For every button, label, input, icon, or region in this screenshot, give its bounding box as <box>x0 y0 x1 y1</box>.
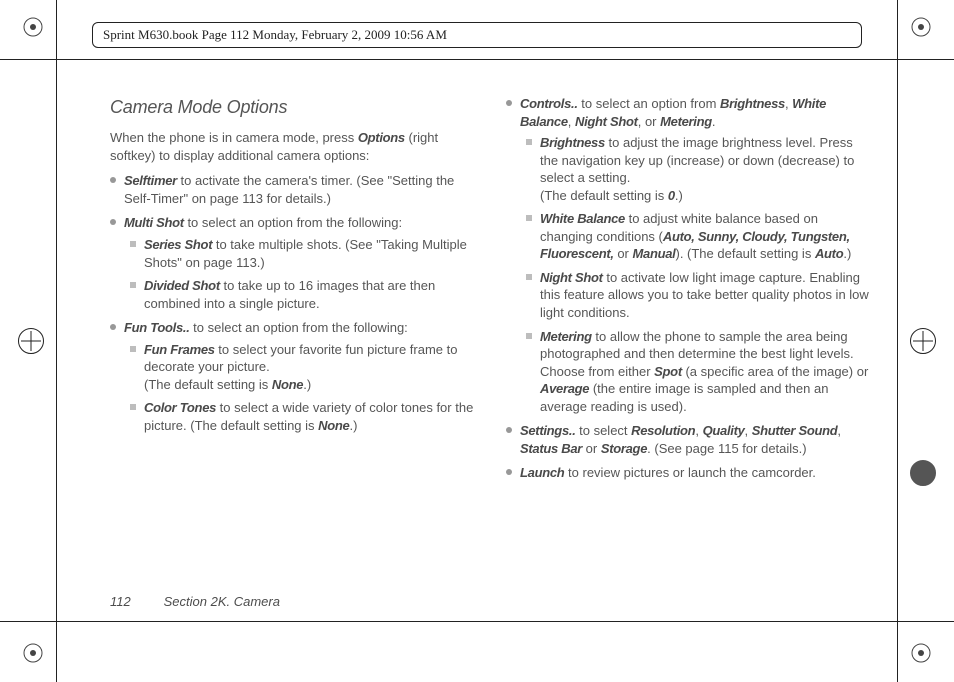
crop-line-top <box>0 59 954 60</box>
controls-end: . <box>712 114 716 129</box>
selftimer-head: Selftimer <box>124 173 177 188</box>
multishot-body: to select an option from the following: <box>184 215 402 230</box>
wb-or: or <box>614 246 633 261</box>
settings-o3: Shutter Sound <box>752 423 838 438</box>
settings-o4: Status Bar <box>520 441 582 456</box>
controls-o1: Brightness <box>720 96 785 111</box>
brightness-def-b: .) <box>675 188 683 203</box>
metering-head: Metering <box>540 329 592 344</box>
metering-body-b: (a specific area of the image) or <box>682 364 868 379</box>
registration-gear-icon <box>908 14 934 40</box>
settings-s1: , <box>695 423 702 438</box>
sub-color-tones: Color Tones to select a wide variety of … <box>130 399 478 434</box>
register-mark-icon <box>910 328 936 354</box>
settings-s3: , <box>837 423 841 438</box>
controls-o3: Night Shot <box>575 114 638 129</box>
intro-text-a: When the phone is in camera mode, press <box>110 130 358 145</box>
colortones-def-v: None <box>318 418 349 433</box>
bullet-settings: Settings.. to select Resolution, Quality… <box>506 422 874 457</box>
sub-divided-shot: Divided Shot to take up to 16 images tha… <box>130 277 478 312</box>
brightness-def-v: 0 <box>668 188 675 203</box>
funframes-head: Fun Frames <box>144 342 215 357</box>
page-footer: 112 Section 2K. Camera <box>110 594 280 609</box>
settings-body-b: . (See page 115 for details.) <box>647 441 806 456</box>
divided-head: Divided Shot <box>144 278 220 293</box>
registration-gear-icon <box>20 14 46 40</box>
sub-metering: Metering to allow the phone to sample th… <box>526 328 874 416</box>
settings-head: Settings.. <box>520 423 576 438</box>
settings-or: or <box>582 441 601 456</box>
funtools-body: to select an option from the following: <box>190 320 408 335</box>
bullet-funtools: Fun Tools.. to select an option from the… <box>110 319 478 434</box>
wb-head: White Balance <box>540 211 625 226</box>
wb-def-v: Auto <box>815 246 843 261</box>
settings-s2: , <box>745 423 752 438</box>
settings-body-a: to select <box>576 423 632 438</box>
bullet-launch: Launch to review pictures or launch the … <box>506 464 874 482</box>
sub-brightness: Brightness to adjust the image brightnes… <box>526 134 874 204</box>
registration-gear-icon <box>908 640 934 666</box>
colortones-def-b: .) <box>349 418 357 433</box>
sub-night-shot: Night Shot to activate low light image c… <box>526 269 874 322</box>
section-heading: Camera Mode Options <box>110 95 478 119</box>
controls-o4: Metering <box>660 114 712 129</box>
wb-body-b: ). (The default setting is <box>675 246 814 261</box>
settings-o5: Storage <box>601 441 647 456</box>
crop-line-right <box>897 0 898 682</box>
funframes-def-v: None <box>272 377 303 392</box>
right-column: Controls.. to select an option from Brig… <box>506 95 874 602</box>
launch-body: to review pictures or launch the camcord… <box>564 465 815 480</box>
launch-head: Launch <box>520 465 564 480</box>
colortones-head: Color Tones <box>144 400 216 415</box>
settings-o2: Quality <box>703 423 745 438</box>
book-header: Sprint M630.book Page 112 Monday, Februa… <box>92 22 862 48</box>
brightness-head: Brightness <box>540 135 605 150</box>
wb-def-b: .) <box>843 246 851 261</box>
bullet-selftimer: Selftimer to activate the camera's timer… <box>110 172 478 207</box>
controls-s2: , <box>568 114 575 129</box>
multishot-head: Multi Shot <box>124 215 184 230</box>
funframes-def-b: .) <box>303 377 311 392</box>
bullet-controls: Controls.. to select an option from Brig… <box>506 95 874 415</box>
section-label: Section 2K. Camera <box>164 594 280 609</box>
page-number: 112 <box>110 594 160 609</box>
controls-head: Controls.. <box>520 96 578 111</box>
brightness-def-a: (The default setting is <box>540 188 668 203</box>
sub-series-shot: Series Shot to take multiple shots. (See… <box>130 236 478 271</box>
sub-fun-frames: Fun Frames to select your favorite fun p… <box>130 341 478 394</box>
controls-body-a: to select an option from <box>578 96 720 111</box>
metering-spot: Spot <box>654 364 682 379</box>
night-head: Night Shot <box>540 270 603 285</box>
series-head: Series Shot <box>144 237 212 252</box>
crop-line-bottom <box>0 621 954 622</box>
funtools-head: Fun Tools.. <box>124 320 190 335</box>
controls-s3: , or <box>638 114 660 129</box>
register-dot-icon <box>910 460 936 486</box>
crop-line-left <box>56 0 57 682</box>
intro-paragraph: When the phone is in camera mode, press … <box>110 129 478 164</box>
settings-o1: Resolution <box>631 423 695 438</box>
options-key-label: Options <box>358 130 405 145</box>
left-column: Camera Mode Options When the phone is in… <box>110 95 478 602</box>
register-mark-icon <box>18 328 44 354</box>
bullet-multishot: Multi Shot to select an option from the … <box>110 214 478 312</box>
wb-man: Manual <box>633 246 676 261</box>
funframes-def-a: (The default setting is <box>144 377 272 392</box>
metering-avg: Average <box>540 381 589 396</box>
sub-white-balance: White Balance to adjust white balance ba… <box>526 210 874 263</box>
page-body: Camera Mode Options When the phone is in… <box>110 95 874 602</box>
registration-gear-icon <box>20 640 46 666</box>
